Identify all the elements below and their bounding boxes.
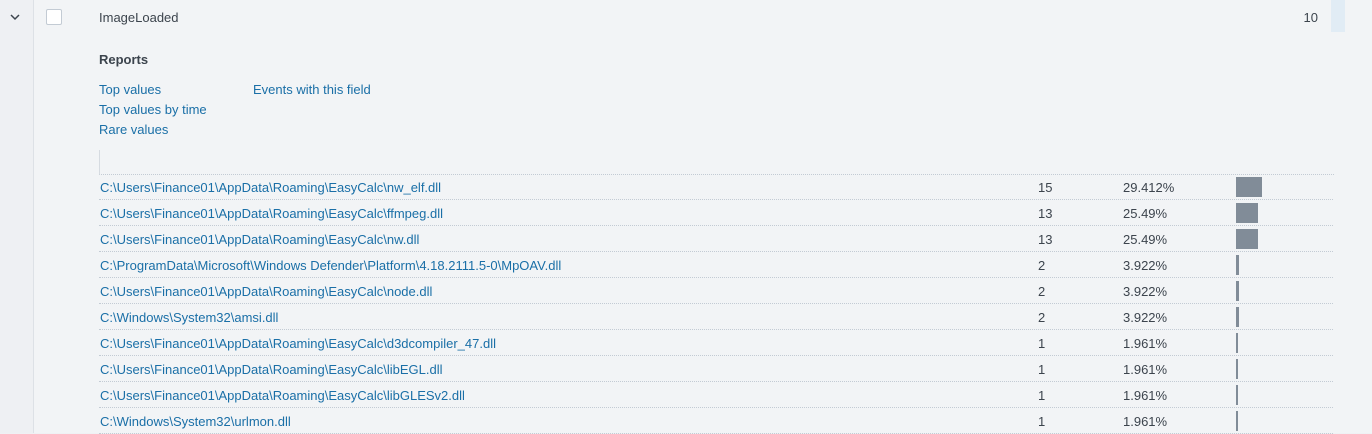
table-row: C:\Users\Finance01\AppData\Roaming\EasyC… [99,200,1333,226]
value-percent: 1.961% [1123,414,1168,429]
table-row: C:\Users\Finance01\AppData\Roaming\EasyC… [99,278,1333,304]
percent-bar [1236,333,1238,353]
value-link[interactable]: C:\ProgramData\Microsoft\Windows Defende… [100,258,561,273]
table-row: C:\Windows\System32\amsi.dll 2 3.922% [99,304,1333,330]
rare-values-link[interactable]: Rare values [99,122,168,137]
percent-bar [1236,281,1239,301]
value-count: 1 [1038,388,1046,403]
select-field-checkbox[interactable] [46,9,62,25]
percent-bar [1236,177,1262,197]
percent-bar [1236,203,1258,223]
percent-bar [1236,229,1258,249]
top-values-link[interactable]: Top values [99,82,161,97]
value-percent: 3.922% [1123,284,1168,299]
table-row: C:\Users\Finance01\AppData\Roaming\EasyC… [99,330,1333,356]
percent-bar [1236,255,1239,275]
table-row: C:\Users\Finance01\AppData\Roaming\EasyC… [99,226,1333,252]
value-count: 1 [1038,414,1046,429]
value-link[interactable]: C:\Users\Finance01\AppData\Roaming\EasyC… [100,284,432,299]
field-count: 10 [1303,10,1318,25]
value-percent: 25.49% [1123,232,1168,247]
value-link[interactable]: C:\Users\Finance01\AppData\Roaming\EasyC… [100,180,441,195]
value-link[interactable]: C:\Users\Finance01\AppData\Roaming\EasyC… [100,362,443,377]
table-row: C:\Users\Finance01\AppData\Roaming\EasyC… [99,382,1333,408]
percent-bar [1236,307,1239,327]
value-count: 13 [1038,232,1053,247]
field-count-bar [1331,0,1345,32]
table-row: C:\ProgramData\Microsoft\Windows Defende… [99,252,1333,278]
value-count: 15 [1038,180,1053,195]
field-name: ImageLoaded [99,10,179,25]
percent-bar [1236,385,1238,405]
percent-bar [1236,359,1238,379]
table-row: C:\Users\Finance01\AppData\Roaming\EasyC… [99,174,1333,200]
value-count: 2 [1038,258,1046,273]
value-count: 2 [1038,310,1046,325]
value-percent: 1.961% [1123,362,1168,377]
value-count: 1 [1038,362,1046,377]
table-row: C:\Users\Finance01\AppData\Roaming\EasyC… [99,356,1333,382]
chevron-down-icon[interactable] [8,10,22,24]
value-percent: 3.922% [1123,258,1168,273]
value-percent: 29.412% [1123,180,1175,195]
events-with-field-link[interactable]: Events with this field [253,82,371,97]
value-link[interactable]: C:\Users\Finance01\AppData\Roaming\EasyC… [100,336,496,351]
value-percent: 3.922% [1123,310,1168,325]
value-count: 1 [1038,336,1046,351]
reports-heading: Reports [99,52,149,67]
values-table: C:\Users\Finance01\AppData\Roaming\EasyC… [99,174,1333,434]
value-link[interactable]: C:\Users\Finance01\AppData\Roaming\EasyC… [100,206,443,221]
values-table-header [99,150,1334,175]
value-percent: 1.961% [1123,336,1168,351]
expand-column [0,0,34,433]
value-count: 2 [1038,284,1046,299]
value-count: 13 [1038,206,1053,221]
value-link[interactable]: C:\Users\Finance01\AppData\Roaming\EasyC… [100,388,465,403]
value-link[interactable]: C:\Windows\System32\amsi.dll [100,310,278,325]
value-link[interactable]: C:\Users\Finance01\AppData\Roaming\EasyC… [100,232,419,247]
value-percent: 1.961% [1123,388,1168,403]
value-link[interactable]: C:\Windows\System32\urlmon.dll [100,414,291,429]
field-details-panel: ImageLoaded 10 Reports Top values Top va… [34,0,1372,434]
table-row: C:\Windows\System32\urlmon.dll 1 1.961% [99,408,1333,434]
top-values-by-time-link[interactable]: Top values by time [99,102,207,117]
value-percent: 25.49% [1123,206,1168,221]
percent-bar [1236,411,1238,431]
